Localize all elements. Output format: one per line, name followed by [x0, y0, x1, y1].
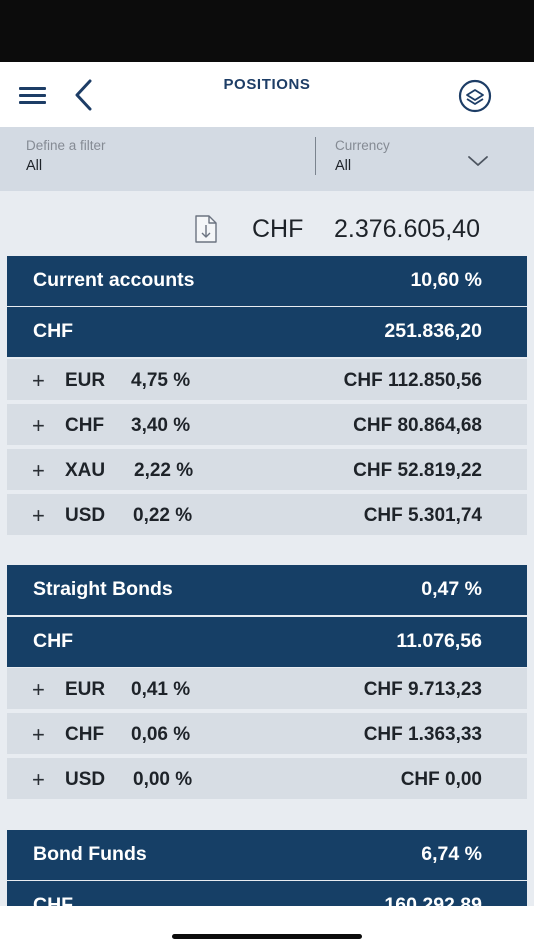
row-amount: CHF 52.819,22 [353, 460, 482, 481]
section-name: Straight Bonds [33, 578, 173, 600]
home-indicator[interactable] [172, 934, 362, 939]
plus-icon[interactable]: + [32, 722, 45, 748]
section-header-bond-funds[interactable]: Bond Funds 6,74 % [7, 830, 527, 880]
section-header-current-accounts[interactable]: Current accounts 10,60 % [7, 256, 527, 306]
row-amount: CHF 80.864,68 [353, 415, 482, 436]
plus-icon[interactable]: + [32, 767, 45, 793]
total-currency: CHF [252, 215, 304, 243]
row-amount: CHF 5.301,74 [363, 505, 482, 526]
section-share: 10,60 % [410, 269, 482, 291]
section-name: Current accounts [33, 269, 195, 291]
position-row[interactable]: + USD 0,22 % CHF 5.301,74 [7, 494, 527, 535]
group-currency: CHF [33, 630, 74, 652]
status-bar [0, 0, 534, 62]
total-row: CHF 2.376.605,40 [0, 191, 534, 255]
position-row[interactable]: + EUR 0,41 % CHF 9.713,23 [7, 668, 527, 709]
positions-list[interactable]: CHF 2.376.605,40 Current accounts 10,60 … [0, 191, 534, 906]
total-amount: 2.376.605,40 [334, 215, 480, 243]
row-percent: 4,75 % [131, 370, 191, 391]
filter-label: Define a filter [26, 138, 106, 153]
currency-group-header[interactable]: CHF 160.292,89 [7, 881, 527, 906]
row-percent: 0,06 % [131, 724, 191, 745]
section-share: 6,74 % [421, 843, 482, 865]
chevron-down-icon[interactable] [467, 154, 489, 168]
download-icon[interactable] [193, 213, 219, 245]
profile-icon[interactable] [458, 79, 492, 113]
group-subtotal: 251.836,20 [384, 320, 482, 342]
row-currency: CHF [65, 415, 105, 436]
group-currency: CHF [33, 894, 74, 906]
row-amount: CHF 1.363,33 [363, 724, 482, 745]
section-name: Bond Funds [33, 843, 147, 865]
nav-bar: POSITIONS [0, 62, 534, 127]
filter-value: All [26, 158, 43, 174]
currency-group-header[interactable]: CHF 251.836,20 [7, 307, 527, 357]
row-currency: EUR [65, 370, 106, 391]
plus-icon[interactable]: + [32, 413, 45, 439]
plus-icon[interactable]: + [32, 677, 45, 703]
row-currency: CHF [65, 724, 105, 745]
row-amount: CHF 0,00 [400, 769, 482, 790]
row-currency: EUR [65, 679, 106, 700]
position-row[interactable]: + USD 0,00 % CHF 0,00 [7, 758, 527, 799]
row-currency: XAU [65, 460, 106, 481]
position-row[interactable]: + CHF 0,06 % CHF 1.363,33 [7, 713, 527, 754]
row-amount: CHF 9.713,23 [363, 679, 482, 700]
currency-label: Currency [335, 138, 390, 153]
page-title: POSITIONS [223, 76, 311, 93]
plus-icon[interactable]: + [32, 503, 45, 529]
plus-icon[interactable]: + [32, 368, 45, 394]
row-percent: 0,41 % [131, 679, 191, 700]
plus-icon[interactable]: + [32, 458, 45, 484]
bottom-safe-area [0, 906, 534, 950]
row-percent: 3,40 % [131, 415, 191, 436]
group-subtotal: 11.076,56 [396, 630, 482, 652]
position-row[interactable]: + CHF 3,40 % CHF 80.864,68 [7, 404, 527, 445]
row-amount: CHF 112.850,56 [343, 370, 482, 391]
currency-group-header[interactable]: CHF 11.076,56 [7, 617, 527, 667]
filter-divider [315, 137, 316, 175]
row-currency: USD [65, 505, 106, 526]
row-percent: 0,22 % [133, 505, 193, 526]
position-row[interactable]: + XAU 2,22 % CHF 52.819,22 [7, 449, 527, 490]
position-row[interactable]: + EUR 4,75 % CHF 112.850,56 [7, 359, 527, 400]
currency-value: All [335, 158, 352, 174]
row-percent: 2,22 % [134, 460, 194, 481]
group-currency: CHF [33, 320, 74, 342]
filter-bar: Define a filter All Currency All [0, 127, 534, 191]
section-header-straight-bonds[interactable]: Straight Bonds 0,47 % [7, 565, 527, 615]
row-currency: USD [65, 769, 106, 790]
group-subtotal: 160.292,89 [384, 894, 482, 906]
section-share: 0,47 % [421, 578, 482, 600]
row-percent: 0,00 % [133, 769, 193, 790]
